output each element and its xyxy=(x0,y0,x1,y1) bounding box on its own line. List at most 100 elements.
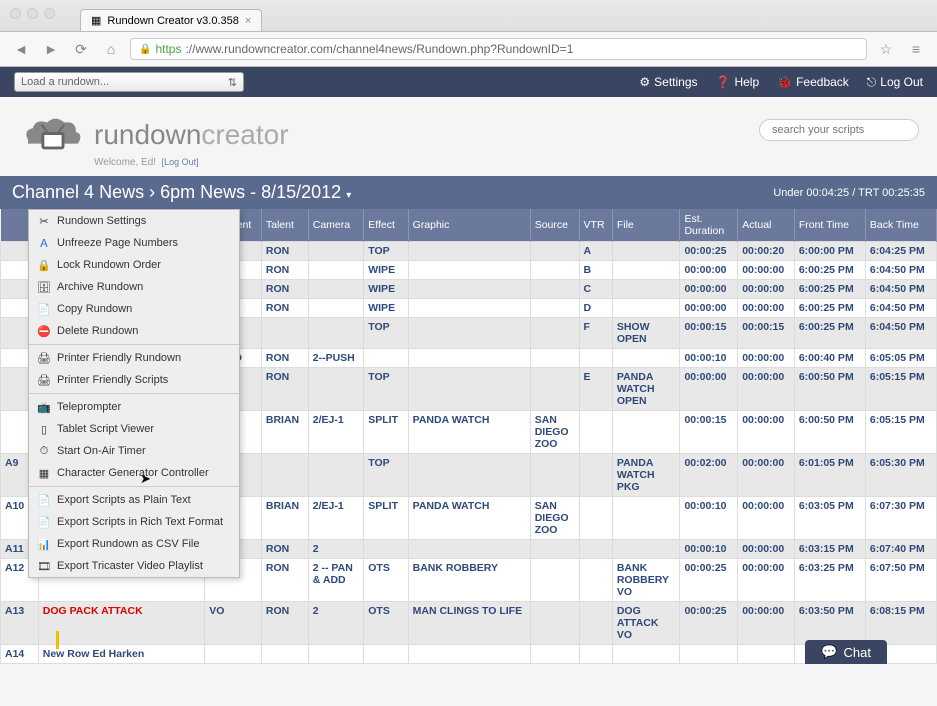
table-cell[interactable]: DOG ATTACK VO xyxy=(612,602,680,645)
table-cell[interactable]: 6:00:00 PM xyxy=(794,242,865,261)
menu-archive[interactable]: 🗄Archive Rundown xyxy=(29,276,239,298)
table-cell[interactable]: 00:00:00 xyxy=(738,299,795,318)
col-header[interactable]: Effect xyxy=(364,209,408,242)
table-cell[interactable]: 6:07:40 PM xyxy=(865,540,936,559)
table-cell[interactable]: PANDA WATCH xyxy=(408,497,530,540)
menu-cg-controller[interactable]: ▦Character Generator Controller xyxy=(29,462,239,484)
table-cell[interactable]: 00:00:10 xyxy=(680,497,738,540)
table-cell[interactable]: 00:00:15 xyxy=(680,411,738,454)
table-cell[interactable]: 00:00:10 xyxy=(680,349,738,368)
table-cell[interactable] xyxy=(530,454,579,497)
col-header[interactable]: Front Time xyxy=(794,209,865,242)
table-cell[interactable] xyxy=(738,645,795,664)
table-cell[interactable]: 00:00:00 xyxy=(738,540,795,559)
table-cell[interactable]: SHOW OPEN xyxy=(612,318,680,349)
menu-teleprompter[interactable]: 📺Teleprompter xyxy=(29,396,239,418)
table-cell[interactable]: 6:00:25 PM xyxy=(794,280,865,299)
table-cell[interactable] xyxy=(612,280,680,299)
table-cell[interactable]: RON xyxy=(261,559,308,602)
table-cell[interactable]: WIPE xyxy=(364,280,408,299)
table-cell[interactable] xyxy=(579,349,612,368)
table-cell[interactable]: 00:00:25 xyxy=(680,602,738,645)
table-cell[interactable]: 00:00:00 xyxy=(738,368,795,411)
table-cell[interactable] xyxy=(612,497,680,540)
table-cell[interactable] xyxy=(308,299,363,318)
table-cell[interactable] xyxy=(612,349,680,368)
menu-icon[interactable]: ≡ xyxy=(905,38,927,60)
table-cell[interactable] xyxy=(530,368,579,411)
forward-button[interactable]: ► xyxy=(40,38,62,60)
table-cell[interactable] xyxy=(205,645,262,664)
table-cell[interactable]: 6:03:50 PM xyxy=(794,602,865,645)
table-cell[interactable]: RON xyxy=(261,540,308,559)
reload-button[interactable]: ⟳ xyxy=(70,38,92,60)
table-cell[interactable] xyxy=(612,261,680,280)
table-cell[interactable]: SPLIT xyxy=(364,411,408,454)
table-cell[interactable]: F xyxy=(579,318,612,349)
menu-export-csv[interactable]: 📊Export Rundown as CSV File xyxy=(29,533,239,555)
table-cell[interactable] xyxy=(579,559,612,602)
table-cell[interactable]: 6:05:30 PM xyxy=(865,454,936,497)
table-cell[interactable]: BRIAN xyxy=(261,411,308,454)
table-cell[interactable]: 6:04:50 PM xyxy=(865,299,936,318)
table-cell[interactable]: RON xyxy=(261,280,308,299)
chat-button[interactable]: 💬 Chat xyxy=(805,640,887,664)
table-cell[interactable]: E xyxy=(579,368,612,411)
table-cell[interactable]: 00:00:00 xyxy=(738,411,795,454)
table-cell[interactable]: RON xyxy=(261,299,308,318)
menu-unfreeze-pages[interactable]: ＡUnfreeze Page Numbers xyxy=(29,232,239,254)
table-cell[interactable] xyxy=(530,645,579,664)
table-cell[interactable] xyxy=(261,454,308,497)
table-cell[interactable]: 6:00:25 PM xyxy=(794,261,865,280)
col-header[interactable]: Graphic xyxy=(408,209,530,242)
load-rundown-select[interactable]: Load a rundown... ⇅ xyxy=(14,72,244,92)
table-cell[interactable]: 00:00:00 xyxy=(738,559,795,602)
table-cell[interactable] xyxy=(579,411,612,454)
table-cell[interactable] xyxy=(408,368,530,411)
table-cell[interactable]: 00:00:10 xyxy=(680,540,738,559)
menu-printer-scripts[interactable]: 🖨Printer Friendly Scripts xyxy=(29,369,239,391)
table-cell[interactable]: 6:00:50 PM xyxy=(794,411,865,454)
table-cell[interactable]: 6:03:15 PM xyxy=(794,540,865,559)
table-cell[interactable]: 00:00:00 xyxy=(738,349,795,368)
table-cell[interactable]: TOP xyxy=(364,242,408,261)
table-cell[interactable]: SPLIT xyxy=(364,497,408,540)
logout-link[interactable]: ⎋Log Out xyxy=(867,75,923,90)
table-row[interactable]: A14New Row Ed Harken xyxy=(1,645,937,664)
table-cell[interactable]: SAN DIEGO ZOO xyxy=(530,497,579,540)
table-cell[interactable]: New Row Ed Harken xyxy=(38,645,204,664)
table-cell[interactable] xyxy=(530,559,579,602)
browser-tab[interactable]: ▦ Rundown Creator v3.0.358 × xyxy=(80,9,262,31)
table-cell[interactable]: MAN CLINGS TO LIFE xyxy=(408,602,530,645)
rundown-title[interactable]: Channel 4 News › 6pm News - 8/15/2012 ▾ xyxy=(12,182,351,203)
table-cell[interactable]: 00:00:15 xyxy=(738,318,795,349)
back-button[interactable]: ◄ xyxy=(10,38,32,60)
table-cell[interactable]: WIPE xyxy=(364,299,408,318)
table-cell[interactable] xyxy=(530,349,579,368)
table-cell[interactable]: 00:00:25 xyxy=(680,242,738,261)
home-button[interactable]: ⌂ xyxy=(100,38,122,60)
table-cell[interactable] xyxy=(308,454,363,497)
col-header[interactable]: Back Time xyxy=(865,209,936,242)
table-cell[interactable] xyxy=(612,411,680,454)
table-cell[interactable]: 00:00:00 xyxy=(680,368,738,411)
table-cell[interactable] xyxy=(408,318,530,349)
table-cell[interactable] xyxy=(364,540,408,559)
maximize-window-icon[interactable] xyxy=(44,8,55,19)
table-cell[interactable] xyxy=(530,540,579,559)
table-cell[interactable]: RON xyxy=(261,242,308,261)
menu-rundown-settings[interactable]: ✂Rundown Settings xyxy=(29,210,239,232)
settings-link[interactable]: ⚙Settings xyxy=(639,75,697,90)
menu-onair-timer[interactable]: ⏱Start On-Air Timer xyxy=(29,440,239,462)
table-cell[interactable] xyxy=(308,368,363,411)
table-cell[interactable] xyxy=(408,454,530,497)
menu-delete[interactable]: ⛔Delete Rundown xyxy=(29,320,239,342)
table-cell[interactable] xyxy=(364,349,408,368)
table-cell[interactable]: 00:00:00 xyxy=(680,280,738,299)
table-cell[interactable] xyxy=(364,645,408,664)
table-cell[interactable]: OTS xyxy=(364,559,408,602)
table-cell[interactable] xyxy=(530,280,579,299)
table-cell[interactable] xyxy=(308,261,363,280)
url-field[interactable]: 🔒 https://www.rundowncreator.com/channel… xyxy=(130,38,867,60)
table-cell[interactable] xyxy=(530,261,579,280)
